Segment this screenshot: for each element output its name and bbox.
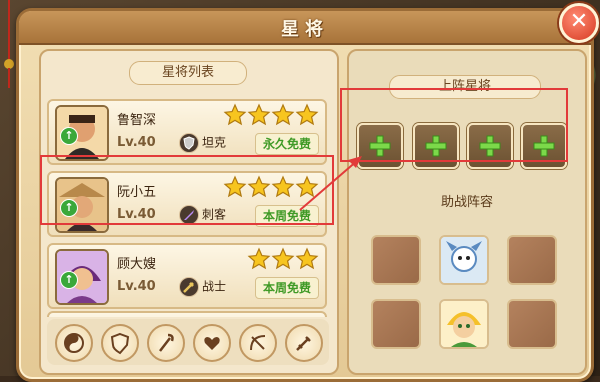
yin-yang-icon [64, 333, 84, 353]
hero-role: 战士 [179, 277, 226, 297]
tutorial-highlight-lineup [340, 88, 568, 162]
star-icon [271, 247, 295, 270]
hero-level: Lv.40 [117, 135, 156, 150]
hero-level: Lv.40 [117, 279, 156, 294]
hero-portrait: ↑ [55, 105, 109, 161]
filter-archer-button[interactable] [239, 324, 277, 362]
filter-warrior-button[interactable] [285, 324, 323, 362]
hero-name: 鲁智深 [117, 113, 157, 128]
support-slot-2[interactable] [439, 235, 489, 285]
support-slot-6[interactable] [507, 299, 557, 349]
tutorial-highlight-hero [40, 155, 334, 225]
bow-icon [250, 335, 266, 351]
free-tag: 永久免费 [255, 133, 319, 155]
star-icon [247, 247, 271, 270]
support-heading: 助战阵容 [440, 195, 493, 210]
hero-portrait-icon [441, 301, 487, 347]
sword-icon [296, 336, 311, 351]
star-rating [223, 103, 319, 127]
star-icon [295, 103, 319, 126]
support-slot-1[interactable] [371, 235, 421, 285]
hero-row-gu-dasao[interactable]: ↑ 顾大嫂 Lv.40 战士 本周免费 [47, 243, 327, 309]
close-button[interactable]: ✕ [559, 3, 599, 43]
support-slot-4[interactable] [371, 299, 421, 349]
monster-portrait-icon [441, 237, 487, 283]
upgrade-arrow-icon: ↑ [60, 127, 78, 145]
hero-role: 坦克 [179, 133, 226, 153]
filter-mage-button[interactable] [147, 324, 185, 362]
role-filter-bar [47, 319, 329, 365]
star-icon [247, 103, 271, 126]
rope-ornament-icon [4, 0, 14, 88]
filter-tank-button[interactable] [101, 324, 139, 362]
shield-icon [110, 332, 130, 355]
hero-list-heading: 星将列表 [129, 61, 247, 85]
upgrade-arrow-icon: ↑ [60, 271, 78, 289]
support-slot-3[interactable] [507, 235, 557, 285]
filter-all-button[interactable] [55, 324, 93, 362]
hero-name: 顾大嫂 [117, 257, 157, 272]
hero-portrait: ↑ [55, 249, 109, 305]
hero-row-partial[interactable] [47, 311, 327, 317]
heart-icon [204, 337, 220, 350]
window-title: 星将 [281, 19, 329, 40]
title-bar: 星将 [19, 11, 591, 45]
star-icon [271, 103, 295, 126]
star-icon [223, 103, 247, 126]
shield-icon [179, 133, 199, 153]
staff-icon [159, 333, 174, 352]
free-tag: 本周免费 [255, 277, 319, 299]
star-rating [247, 247, 319, 271]
filter-support-button[interactable] [193, 324, 231, 362]
support-slot-5[interactable] [439, 299, 489, 349]
sword-icon [179, 277, 199, 297]
star-icon [295, 247, 319, 270]
